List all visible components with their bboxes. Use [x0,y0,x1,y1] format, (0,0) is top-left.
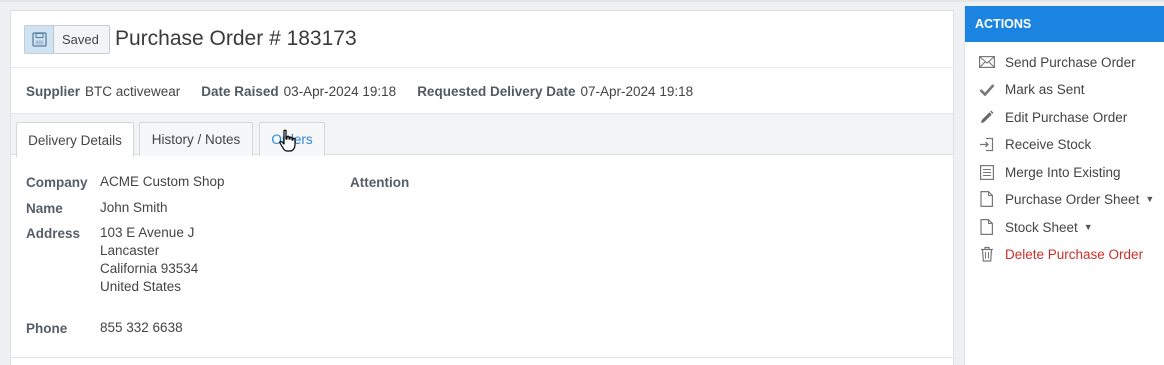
company-label: Company [26,175,88,190]
receive-stock-action[interactable]: Receive Stock [965,131,1164,157]
tab-bar: Delivery Details History / Notes Orders [11,113,953,157]
document-icon [978,191,995,208]
action-label: Mark as Sent [1005,81,1085,97]
mark-as-sent-action[interactable]: Mark as Sent [965,76,1164,102]
date-raised-value: 03-Apr-2024 19:18 [283,83,397,99]
tab-delivery-details[interactable]: Delivery Details [16,122,134,157]
requested-delivery-label: Requested Delivery Date [417,83,576,99]
dropdown-caret-icon: ▼ [1145,194,1155,204]
supplier-label: Supplier [26,83,81,99]
stock-sheet-action[interactable]: Stock Sheet ▼ [965,214,1164,240]
check-icon [978,81,995,98]
save-icon [25,26,54,53]
action-label: Delete Purchase Order [1005,246,1144,262]
trash-icon [978,246,995,263]
action-label: Purchase Order Sheet [1005,191,1140,207]
order-meta: Supplier BTC activewear Date Raised 03-A… [11,69,953,113]
action-label: Send Purchase Order [1005,54,1136,70]
action-label: Edit Purchase Order [1005,109,1128,125]
phone-label: Phone [26,321,68,336]
phone-value: 855 332 6638 [100,320,183,335]
purchase-order-panel: Saved Purchase Order # 183173 Supplier B… [10,10,954,365]
list-icon [978,164,995,181]
attention-label: Attention [350,175,410,190]
panel-footer-divider [11,357,953,358]
supplier-value: BTC activewear [85,83,181,99]
receive-icon [978,136,995,153]
address-label: Address [26,226,81,241]
page-title: Purchase Order # 183173 [115,27,357,50]
edit-purchase-order-action[interactable]: Edit Purchase Order [965,104,1164,130]
action-label: Merge Into Existing [1005,164,1121,180]
action-label: Receive Stock [1005,136,1092,152]
saved-button[interactable]: Saved [24,25,110,54]
address-line: California 93534 [100,261,199,276]
envelope-icon [978,54,995,71]
dropdown-caret-icon: ▼ [1083,222,1093,232]
saved-label: Saved [62,32,99,47]
merge-into-existing-action[interactable]: Merge Into Existing [965,159,1164,185]
document-icon [978,219,995,236]
hand-cursor-icon [278,129,298,156]
address-line: Lancaster [100,243,160,258]
top-divider [0,0,1164,2]
actions-heading: ACTIONS [965,6,1164,42]
action-label: Stock Sheet [1005,219,1078,235]
name-label: Name [26,201,63,216]
name-value: John Smith [100,200,168,215]
address-line: 103 E Avenue J [100,225,195,240]
purchase-order-sheet-action[interactable]: Purchase Order Sheet ▼ [965,186,1164,212]
delete-purchase-order-action[interactable]: Delete Purchase Order [965,241,1164,267]
actions-sidebar: ACTIONS Send Purchase Order Mark as Sent… [964,6,1164,365]
panel-header: Saved Purchase Order # 183173 [11,11,953,68]
address-line: United States [100,279,182,294]
company-value: ACME Custom Shop [100,174,225,189]
pencil-icon [978,109,995,126]
tab-history-notes[interactable]: History / Notes [139,122,253,156]
date-raised-label: Date Raised [201,83,279,99]
requested-delivery-value: 07-Apr-2024 19:18 [580,83,694,99]
send-purchase-order-action[interactable]: Send Purchase Order [965,49,1164,75]
